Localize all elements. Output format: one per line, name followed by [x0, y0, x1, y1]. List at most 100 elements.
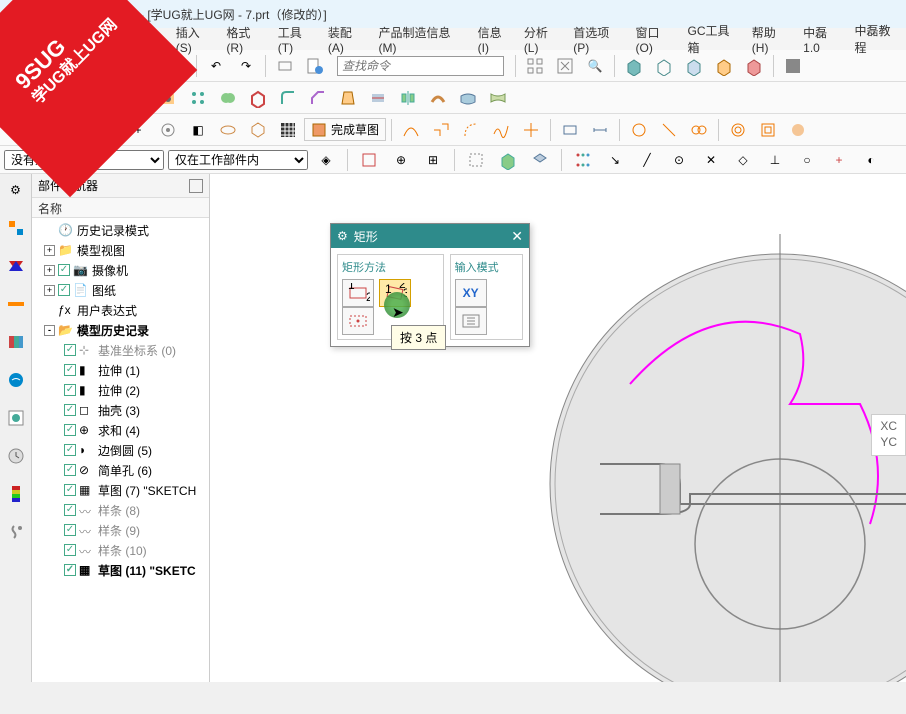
pin-panel-button[interactable]: [189, 179, 203, 193]
snap-ctr-button[interactable]: ⊙: [665, 147, 693, 173]
copy-button[interactable]: ⎘: [133, 53, 161, 79]
checkbox-icon[interactable]: ✓: [64, 444, 76, 456]
expander-icon[interactable]: +: [44, 285, 55, 296]
assembly-nav-icon[interactable]: [4, 254, 28, 278]
cut-button[interactable]: ✂: [103, 53, 131, 79]
gear-icon[interactable]: ⚙: [4, 178, 28, 202]
checkbox-icon[interactable]: ✓: [64, 424, 76, 436]
tree-item-10[interactable]: ✓⊕求和 (4): [36, 420, 205, 440]
tree-item-15[interactable]: ✓〰样条 (9): [36, 520, 205, 540]
undo-button[interactable]: ↶: [202, 53, 230, 79]
trim-body-button[interactable]: [364, 85, 392, 111]
tree-item-9[interactable]: ✓◻抽壳 (3): [36, 400, 205, 420]
checkbox-icon[interactable]: ✓: [58, 284, 70, 296]
intersect-curve-button[interactable]: [784, 117, 812, 143]
menu-item-13[interactable]: 中磊教程: [850, 20, 906, 58]
redo-button[interactable]: ↷: [232, 53, 260, 79]
checkbox-icon[interactable]: ✓: [64, 544, 76, 556]
sketch-tool-6-button[interactable]: ◧: [184, 117, 212, 143]
color-bar-icon[interactable]: [4, 482, 28, 506]
trim-curve-button[interactable]: [517, 117, 545, 143]
chamfer-button[interactable]: [304, 85, 332, 111]
blend-button[interactable]: [274, 85, 302, 111]
history-icon[interactable]: [4, 444, 28, 468]
layer-button[interactable]: [779, 53, 807, 79]
unite-button[interactable]: [214, 85, 242, 111]
render-style-5-button[interactable]: [740, 53, 768, 79]
extrude-feature-button[interactable]: [94, 85, 122, 111]
mirror-button[interactable]: [394, 85, 422, 111]
constraint-3-button[interactable]: [685, 117, 713, 143]
snap-int-button[interactable]: ✕: [697, 147, 725, 173]
browser-icon[interactable]: [4, 406, 28, 430]
sketch-tool-5-button[interactable]: [154, 117, 182, 143]
param-mode-option[interactable]: [455, 307, 487, 335]
dim-tool-button[interactable]: [586, 117, 614, 143]
render-wireframe-button[interactable]: [650, 53, 678, 79]
hole-feature-button[interactable]: [154, 85, 182, 111]
paste-button[interactable]: 📋: [163, 53, 191, 79]
xy-mode-option[interactable]: XY: [455, 279, 487, 307]
draft-button[interactable]: [334, 85, 362, 111]
open-file-button[interactable]: [34, 53, 62, 79]
menu-item-7[interactable]: 分析(L): [519, 22, 566, 57]
checkbox-icon[interactable]: ✓: [64, 384, 76, 396]
menu-item-3[interactable]: 工具(T): [273, 22, 321, 57]
filter-opt-1-button[interactable]: ◈: [312, 147, 340, 173]
checkbox-icon[interactable]: ✓: [64, 484, 76, 496]
tree-item-7[interactable]: ✓▮拉伸 (1): [36, 360, 205, 380]
sketch-arc-button[interactable]: [34, 117, 62, 143]
zoom-button[interactable]: 🔍: [581, 53, 609, 79]
tree-item-8[interactable]: ✓▮拉伸 (2): [36, 380, 205, 400]
rect-2point-option[interactable]: 12: [342, 279, 374, 307]
tree-item-5[interactable]: -📂模型历史记录: [36, 320, 205, 340]
snap-plus-button[interactable]: +: [825, 147, 853, 173]
shell-feature-button[interactable]: [244, 85, 272, 111]
save-button[interactable]: [64, 53, 92, 79]
snap-grid-button[interactable]: [569, 147, 597, 173]
menu-item-1[interactable]: 插入(S): [171, 22, 220, 57]
rect-2pt-button[interactable]: [556, 117, 584, 143]
snap-opt-2-button[interactable]: ⊕: [387, 147, 415, 173]
snap-tan-button[interactable]: ○: [793, 147, 821, 173]
tree-item-4[interactable]: ƒx用户表达式: [36, 300, 205, 320]
checkbox-icon[interactable]: ✓: [64, 564, 76, 576]
dialog-titlebar[interactable]: ⚙ 矩形 ✕: [331, 224, 529, 248]
nav-tree[interactable]: 🕐历史记录模式+📁模型视图+✓📷摄像机+✓📄图纸ƒx用户表达式-📂模型历史记录✓…: [32, 218, 209, 582]
checkbox-icon[interactable]: ✓: [64, 504, 76, 516]
menu-item-11[interactable]: 帮助(H): [747, 22, 796, 57]
part-nav-icon[interactable]: [4, 216, 28, 240]
properties-button[interactable]: [301, 53, 329, 79]
command-search-input[interactable]: [337, 56, 504, 76]
curve-tool-2-button[interactable]: [427, 117, 455, 143]
render-style-4-button[interactable]: [710, 53, 738, 79]
tree-item-2[interactable]: +✓📷摄像机: [36, 260, 205, 280]
selection-filter-select[interactable]: 没有选择过滤器: [4, 150, 164, 170]
checkbox-icon[interactable]: ✓: [64, 404, 76, 416]
sketch-pattern-button[interactable]: [274, 117, 302, 143]
roles-icon[interactable]: [4, 520, 28, 544]
snap-mid-button[interactable]: ╱: [633, 147, 661, 173]
fit-view-button[interactable]: [551, 53, 579, 79]
snap-near-button[interactable]: ◐: [857, 147, 885, 173]
expander-icon[interactable]: +: [44, 265, 55, 276]
menu-item-4[interactable]: 装配(A): [323, 22, 372, 57]
expander-icon[interactable]: +: [44, 245, 55, 256]
rect-center-option[interactable]: [342, 307, 374, 335]
reuse-library-icon[interactable]: [4, 330, 28, 354]
render-shaded-button[interactable]: [620, 53, 648, 79]
sketch-point-button[interactable]: +: [124, 117, 152, 143]
surface-1-button[interactable]: [454, 85, 482, 111]
menu-item-0[interactable]: 视图(V): [120, 22, 169, 57]
tree-item-12[interactable]: ✓⊘简单孔 (6): [36, 460, 205, 480]
sweep-button[interactable]: [424, 85, 452, 111]
scope-filter-select[interactable]: 仅在工作部件内: [168, 150, 308, 170]
menu-item-2[interactable]: 格式(R): [221, 22, 270, 57]
surface-2-button[interactable]: [484, 85, 512, 111]
checkbox-icon[interactable]: ✓: [64, 464, 76, 476]
tree-item-16[interactable]: ✓〰样条 (10): [36, 540, 205, 560]
tree-item-6[interactable]: ✓⊹基准坐标系 (0): [36, 340, 205, 360]
tree-item-1[interactable]: +📁模型视图: [36, 240, 205, 260]
datum-plane-button[interactable]: [34, 85, 62, 111]
curve-tool-4-button[interactable]: [487, 117, 515, 143]
